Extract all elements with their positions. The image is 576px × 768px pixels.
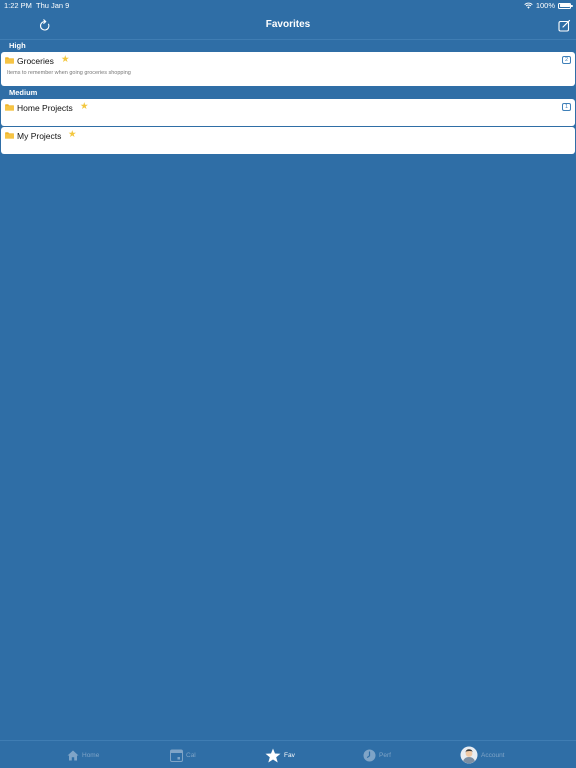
item-name: My Projects (17, 131, 62, 141)
section-header-high: High (9, 41, 26, 50)
item-count-badge: 1 (562, 103, 571, 111)
battery-icon (558, 2, 573, 9)
tab-label: Cal (186, 751, 196, 759)
tab-label: Home (82, 751, 100, 759)
star-icon (265, 748, 281, 763)
tab-label: Account (481, 751, 505, 759)
folder-icon (5, 57, 14, 64)
tab-account[interactable]: Account (460, 746, 505, 764)
calendar-icon (170, 749, 183, 762)
list-item-home-projects[interactable]: Home Projects ★ 1 (1, 99, 575, 126)
list-item-my-projects[interactable]: My Projects ★ (1, 127, 575, 154)
favorite-star-icon[interactable]: ★ (61, 55, 70, 65)
tab-fav[interactable]: Fav (265, 748, 295, 762)
tab-label: Perf (379, 751, 391, 759)
status-time: 1:22 PM (4, 1, 32, 10)
folder-icon (5, 132, 14, 139)
nav-bar: Favorites (0, 12, 576, 40)
home-icon (67, 750, 79, 761)
item-name: Groceries (17, 56, 54, 66)
battery-percent: 100% (535, 1, 555, 10)
page-title: Favorites (265, 19, 311, 30)
favorite-star-icon[interactable]: ★ (80, 102, 89, 112)
tab-cal[interactable]: Cal (170, 748, 196, 762)
tab-bar: Home Cal Fav Perf Account (0, 740, 576, 768)
tab-home[interactable]: Home (67, 748, 99, 762)
compose-icon (557, 19, 570, 32)
favorite-star-icon[interactable]: ★ (68, 130, 77, 140)
tab-label: Fav (284, 751, 295, 759)
item-name: Home Projects (17, 103, 73, 113)
list-item-groceries[interactable]: Groceries ★ Items to remember when going… (1, 52, 575, 86)
compose-button[interactable] (557, 17, 571, 33)
avatar-icon (460, 746, 478, 764)
tab-perf[interactable]: Perf (363, 748, 391, 762)
status-date: Thu Jan 9 (36, 1, 70, 10)
item-count-badge: 2 (562, 56, 571, 64)
item-description: Items to remember when going groceries s… (7, 70, 131, 76)
section-header-medium: Medium (9, 88, 38, 97)
folder-icon (5, 104, 14, 111)
status-bar: 1:22 PM Thu Jan 9 100% (0, 0, 576, 12)
clock-icon (363, 749, 376, 762)
wifi-icon (524, 2, 533, 9)
status-right: 100% (524, 1, 573, 10)
